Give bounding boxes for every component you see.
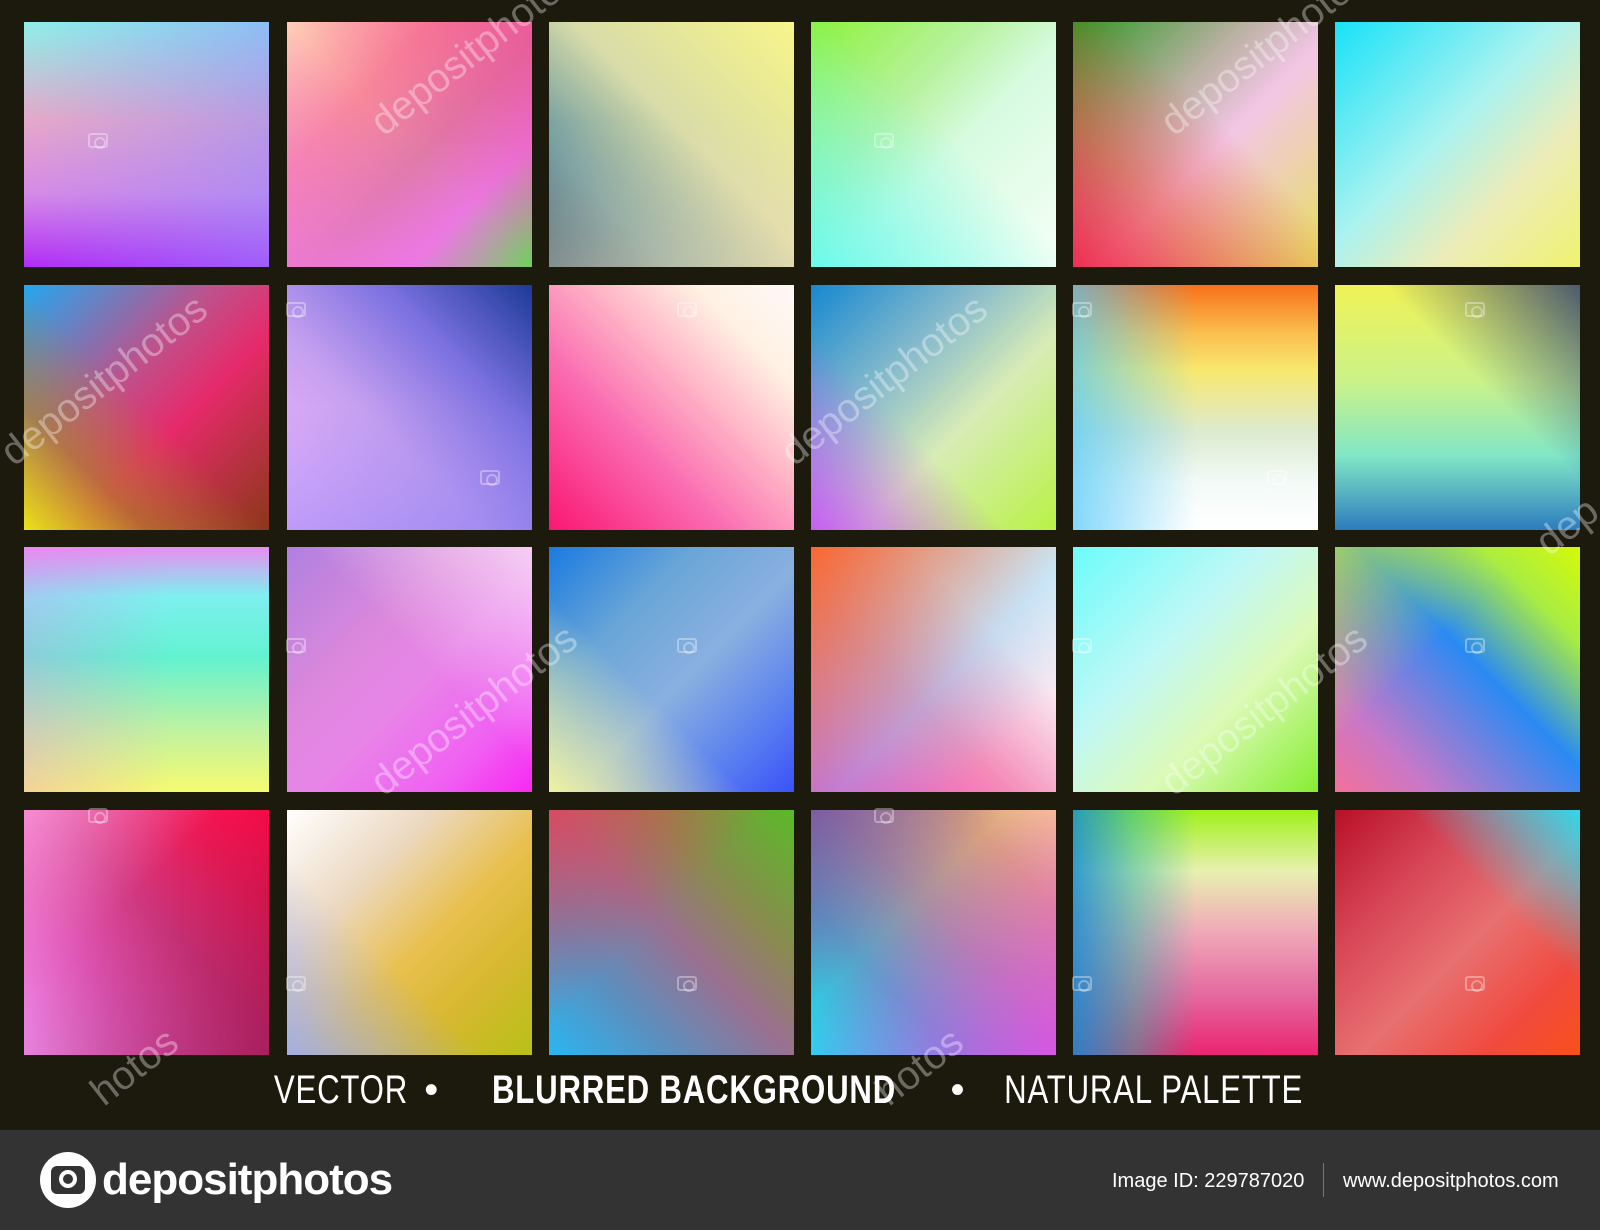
gradient-swatch (549, 22, 794, 267)
gradient-swatch (1335, 22, 1580, 267)
gradient-swatch (1335, 285, 1580, 530)
gradient-swatch (811, 285, 1056, 530)
gradient-swatch (811, 22, 1056, 267)
gradient-swatch (287, 285, 532, 530)
gradient-swatch (549, 810, 794, 1055)
caption-title: BLURRED BACKGROUND (492, 1068, 897, 1112)
gradient-swatch (1073, 547, 1318, 792)
camera-logo-icon (40, 1152, 96, 1208)
gradient-swatch (24, 22, 269, 267)
gradient-swatch (1335, 547, 1580, 792)
footer-bar: depositphotos Image ID: 229787020 www.de… (0, 1130, 1600, 1230)
caption-separator: • (424, 1068, 439, 1112)
gradient-swatch (24, 285, 269, 530)
brand-logo-text[interactable]: depositphotos (102, 1150, 393, 1210)
gradient-swatch (1335, 810, 1580, 1055)
gradient-swatch (24, 810, 269, 1055)
gradient-swatch (1073, 285, 1318, 530)
gradient-swatch (1073, 22, 1318, 267)
gradient-swatch (811, 547, 1056, 792)
gradient-swatch (811, 810, 1056, 1055)
gradient-swatch (287, 547, 532, 792)
gradient-swatch (287, 22, 532, 267)
gradient-swatch (549, 285, 794, 530)
caption-palette: NATURAL PALETTE (1003, 1068, 1303, 1112)
gradient-palette-canvas: depositphotos depositphotos depositphoto… (0, 0, 1600, 1130)
gradient-swatch (24, 547, 269, 792)
gradient-swatch (1073, 810, 1318, 1055)
site-url-link[interactable]: www.depositphotos.com (1343, 1166, 1559, 1196)
caption: VECTOR • BLURRED BACKGROUND • NATURAL PA… (0, 1065, 1600, 1115)
caption-vector: VECTOR (274, 1068, 409, 1112)
footer-divider (1323, 1163, 1324, 1197)
caption-separator: • (950, 1068, 965, 1112)
image-id-label: Image ID: 229787020 (1112, 1170, 1305, 1192)
gradient-swatch (287, 810, 532, 1055)
gradient-swatch (549, 547, 794, 792)
